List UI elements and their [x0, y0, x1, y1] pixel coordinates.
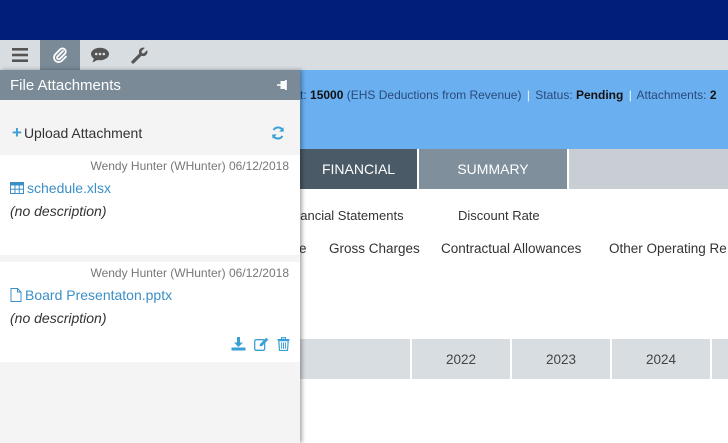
attachments-button[interactable]: [40, 40, 80, 70]
amount-note: (EHS Deductions from Revenue): [346, 88, 522, 102]
file-icon: [10, 288, 22, 302]
toolbar: [0, 40, 728, 70]
plus-icon: +: [12, 123, 22, 142]
delete-button[interactable]: [277, 336, 290, 356]
download-button[interactable]: [231, 337, 246, 356]
status-label: Status:: [535, 88, 573, 102]
comments-button[interactable]: [80, 40, 120, 70]
settings-button[interactable]: [120, 40, 160, 70]
attachment-filename: Board Presentaton.pptx: [25, 287, 173, 303]
year-header-cell: 2022: [410, 339, 510, 379]
info-summary: t: 15000 (EHS Deductions from Revenue) |…: [300, 88, 717, 102]
comments-icon: [91, 47, 109, 63]
year-header-cell: 2024: [610, 339, 710, 379]
attachment-description: (no description): [10, 310, 107, 326]
menu-button[interactable]: [0, 40, 40, 70]
attachment-card: Wendy Hunter (WHunter) 06/12/2018 Board …: [0, 262, 300, 362]
attachment-actions: [231, 336, 290, 356]
panel-header: File Attachments: [0, 70, 300, 100]
pin-icon: [277, 80, 287, 90]
download-icon: [231, 337, 246, 351]
panel-actions: + Upload Attachment: [0, 100, 300, 155]
upload-attachment-label: Upload Attachment: [23, 125, 143, 141]
attachment-card: Wendy Hunter (WHunter) 06/12/2018 schedu…: [0, 155, 300, 255]
upload-attachment-button[interactable]: + Upload Attachment: [12, 123, 143, 142]
amount-value: 15000: [310, 88, 344, 102]
top-nav-bar: [0, 0, 728, 40]
tab-bar-filler: [569, 149, 728, 189]
attachments-count-value: 2: [709, 88, 717, 102]
edit-button[interactable]: [254, 337, 269, 356]
wrench-icon: [131, 46, 149, 64]
year-header-row: 2022 2023 2024: [300, 339, 728, 379]
separator: |: [628, 88, 632, 102]
attachment-link[interactable]: Board Presentaton.pptx: [10, 287, 172, 303]
line-item-contractual-allowances[interactable]: Contractual Allowances: [441, 241, 581, 256]
refresh-button[interactable]: [271, 126, 285, 145]
year-header-cell: [710, 339, 728, 379]
menu-icon: [12, 48, 28, 62]
refresh-icon: [272, 126, 284, 140]
year-header-cell: 2023: [510, 339, 610, 379]
attachment-filename: schedule.xlsx: [27, 180, 112, 196]
line-item-tab[interactable]: e: [299, 241, 307, 256]
separator: |: [526, 88, 530, 102]
line-item-gross-charges[interactable]: Gross Charges: [329, 241, 420, 256]
attachments-count-label: Attachments:: [636, 88, 707, 102]
trash-icon: [277, 336, 290, 352]
edit-icon: [254, 337, 269, 351]
attachment-link[interactable]: schedule.xlsx: [10, 180, 111, 196]
subtab-financial-statements[interactable]: nancial Statements: [293, 208, 404, 223]
tab-financial[interactable]: FINANCIAL: [300, 149, 417, 189]
subtab-discount-rate[interactable]: Discount Rate: [458, 208, 540, 223]
attachment-author: Wendy Hunter (WHunter) 06/12/2018: [90, 266, 289, 280]
pin-button[interactable]: [277, 78, 290, 95]
file-attachments-panel: File Attachments + Upload Attachment Wen…: [0, 70, 300, 443]
tab-summary[interactable]: SUMMARY: [419, 149, 567, 189]
status-value: Pending: [576, 88, 624, 102]
paperclip-icon: [53, 47, 67, 64]
panel-title: File Attachments: [10, 76, 121, 94]
table-icon: [10, 182, 24, 194]
amount-label: t:: [300, 88, 307, 102]
attachment-author: Wendy Hunter (WHunter) 06/12/2018: [90, 159, 289, 173]
attachment-description: (no description): [10, 203, 107, 219]
line-item-other-operating[interactable]: Other Operating Re: [609, 241, 727, 256]
